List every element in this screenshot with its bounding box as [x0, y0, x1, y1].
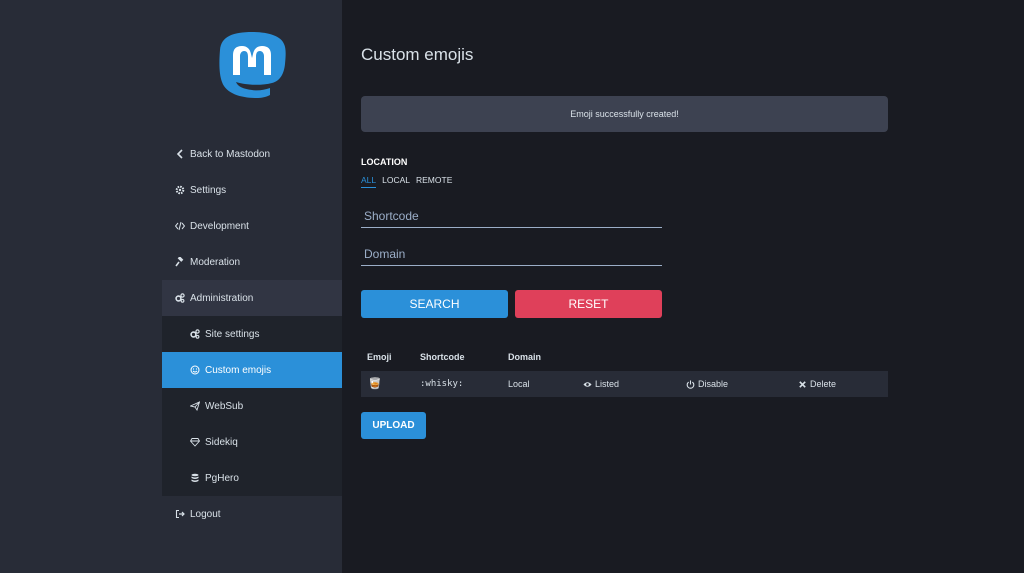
gavel-icon — [175, 257, 185, 267]
sidebar-item-label: Administration — [190, 292, 254, 304]
emoji-table-header: Emoji Shortcode Domain — [361, 347, 888, 367]
sidebar-item-label: Logout — [190, 508, 221, 520]
sidebar-item-development[interactable]: Development — [162, 208, 342, 244]
sidebar-item-back-to-mastodon[interactable]: Back to Mastodon — [162, 136, 342, 172]
cogs-icon — [190, 329, 200, 339]
filter-option-all[interactable]: ALL — [361, 175, 377, 188]
paper-plane-icon — [190, 401, 200, 411]
page-title: Custom emojis — [361, 45, 474, 64]
flash-notice: Emoji successfully created! — [361, 96, 888, 132]
domain-input[interactable] — [361, 242, 662, 266]
sidebar-item-sidekiq[interactable]: Sidekiq — [162, 424, 342, 460]
main-content — [342, 0, 1024, 573]
sidebar-item-websub[interactable]: WebSub — [162, 388, 342, 424]
filter-location-options: ALL LOCAL REMOTE — [361, 175, 452, 188]
emoji-image: 🥃 — [368, 378, 382, 390]
sidebar-item-custom-emojis[interactable]: Custom emojis — [162, 352, 342, 388]
sidebar-item-administration[interactable]: Administration — [162, 280, 342, 316]
filter-option-local[interactable]: LOCAL — [382, 175, 410, 188]
sidebar-item-label: Back to Mastodon — [190, 148, 271, 160]
sign-out-icon — [175, 509, 185, 519]
sidebar-item-site-settings[interactable]: Site settings — [162, 316, 342, 352]
emoji-domain: Local — [508, 379, 530, 389]
shortcode-input[interactable] — [361, 204, 662, 228]
cogs-icon — [175, 293, 185, 303]
smile-icon — [190, 365, 200, 375]
sidebar-item-label: Settings — [190, 184, 227, 196]
table-row: 🥃 :whisky: Local Listed Disable Delete — [361, 371, 888, 397]
diamond-icon — [190, 437, 200, 447]
times-icon — [799, 380, 806, 388]
sidebar-item-moderation[interactable]: Moderation — [162, 244, 342, 280]
database-icon — [190, 473, 200, 483]
cog-icon — [175, 185, 185, 195]
emoji-shortcode: :whisky: — [420, 379, 464, 389]
delete-label: Delete — [810, 379, 837, 389]
chevron-left-icon — [175, 149, 185, 159]
listed-label: Listed — [595, 379, 620, 389]
sidebar-item-label: Moderation — [190, 256, 241, 268]
sidebar-item-label: WebSub — [205, 400, 244, 412]
sidebar-item-label: Development — [190, 220, 249, 232]
listed-link[interactable]: Listed — [583, 379, 619, 389]
disable-label: Disable — [698, 379, 729, 389]
flash-message: Emoji successfully created! — [570, 109, 679, 119]
sidebar-item-label: PgHero — [205, 472, 239, 484]
sidebar-item-settings[interactable]: Settings — [162, 172, 342, 208]
column-header-domain: Domain — [508, 352, 542, 362]
reset-button[interactable]: RESET — [515, 290, 662, 318]
sidebar-item-label: Sidekiq — [205, 436, 238, 448]
sidebar-item-label: Custom emojis — [205, 364, 272, 376]
delete-link[interactable]: Delete — [798, 379, 836, 389]
sidebar-item-logout[interactable]: Logout — [162, 496, 342, 532]
column-header-emoji: Emoji — [367, 352, 392, 362]
power-icon — [686, 379, 695, 389]
admin-subnav: Site settings Custom emojis WebSub Sidek… — [162, 316, 342, 496]
search-button[interactable]: SEARCH — [361, 290, 508, 318]
sidebar-nav: Back to Mastodon Settings Development Mo… — [162, 136, 342, 532]
sidebar-item-label: Site settings — [205, 328, 260, 340]
column-header-shortcode: Shortcode — [420, 352, 465, 362]
filter-location-label: LOCATION — [361, 157, 408, 167]
sidebar-item-pghero[interactable]: PgHero — [162, 460, 342, 496]
code-icon — [175, 221, 185, 231]
mastodon-logo[interactable] — [216, 30, 288, 106]
disable-link[interactable]: Disable — [686, 379, 728, 389]
upload-button[interactable]: UPLOAD — [361, 412, 426, 439]
eye-icon — [583, 381, 592, 387]
filter-option-remote[interactable]: REMOTE — [416, 175, 452, 188]
